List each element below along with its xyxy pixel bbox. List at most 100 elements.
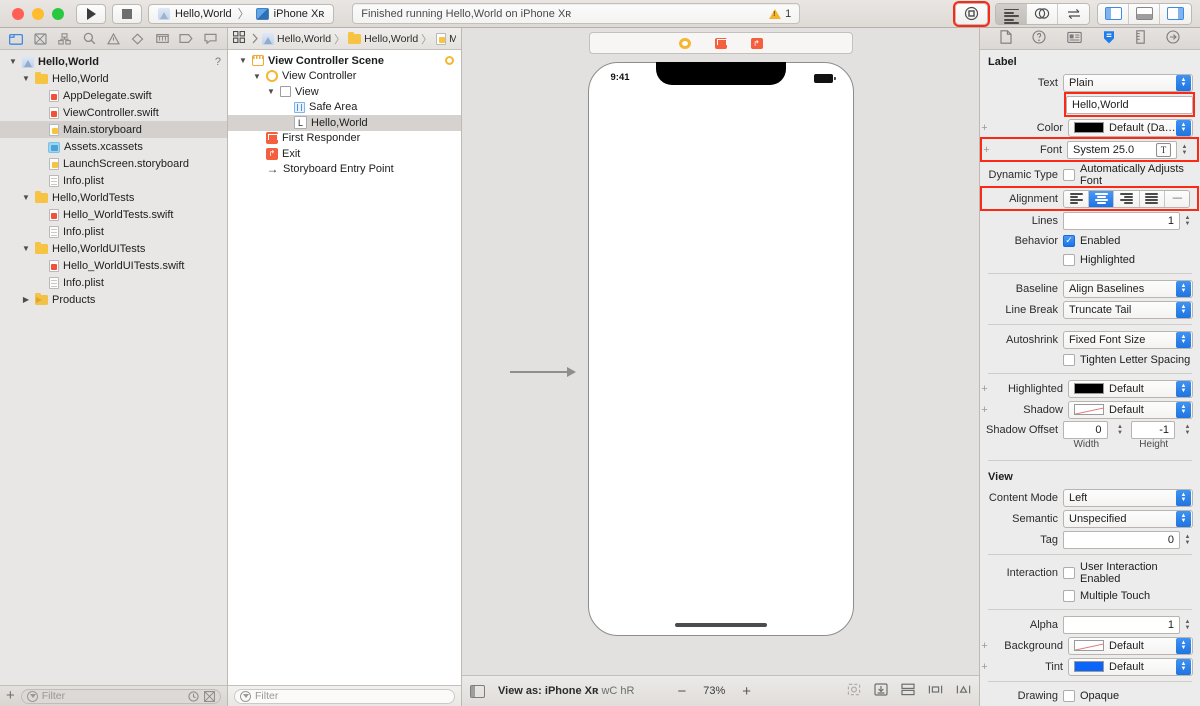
chevron-updown-icon[interactable]: ▲ ▼ [1176, 119, 1191, 136]
toggle-inspector-button[interactable] [1160, 3, 1191, 24]
breadcrumb-item[interactable]: Main....board [435, 32, 456, 45]
breakpoint-navigator-tab[interactable] [176, 31, 196, 47]
font-stepper[interactable]: ▲ ▼ [1179, 141, 1190, 158]
chevron-updown-icon[interactable]: ▲ ▼ [1176, 301, 1191, 318]
sourcecontrol-filter-icon[interactable] [203, 690, 215, 702]
navigator-row[interactable]: ViewController.swift [0, 104, 227, 121]
outline-row[interactable]: Safe Area [228, 100, 461, 116]
chevron-updown-icon[interactable]: ▲ ▼ [1176, 401, 1191, 418]
attributes-inspector-tab[interactable] [1102, 30, 1116, 48]
add-variation-icon[interactable]: + [980, 661, 989, 673]
forward-button[interactable] [251, 33, 259, 44]
editor-mode-group[interactable] [995, 2, 1090, 25]
panel-toggle-group[interactable] [1097, 2, 1192, 25]
outline-row[interactable]: → Storyboard Entry Point [228, 162, 461, 178]
navigator-tab-bar[interactable] [0, 28, 227, 50]
connections-inspector-tab[interactable] [1166, 30, 1180, 47]
zoom-level[interactable]: 73% [703, 685, 725, 697]
view-controller-icon[interactable] [678, 37, 691, 49]
minimize-window-button[interactable] [32, 7, 44, 20]
line-break-popup[interactable]: Truncate Tail ▲ ▼ [1063, 300, 1193, 319]
close-window-button[interactable] [12, 7, 24, 20]
project-navigator-tree[interactable]: ▼ Hello,World? ▼ Hello,World AppDelegate.swi… [0, 50, 227, 685]
navigator-row[interactable]: Info.plist [0, 223, 227, 240]
zoom-in-button[interactable]: + [742, 683, 751, 700]
background-popup[interactable]: Default ▲ ▼ [1068, 636, 1193, 655]
font-value-field[interactable]: System 25.0 T [1067, 140, 1177, 159]
chevron-updown-icon[interactable]: ▲ ▼ [1176, 510, 1191, 527]
symbol-navigator-tab[interactable] [55, 31, 75, 47]
breadcrumb[interactable]: Hello,World〉Hello,World〉Main....board〉Ma… [262, 31, 456, 47]
navigator-row[interactable]: ▶ Products [0, 291, 227, 308]
align-center-button[interactable] [1089, 190, 1115, 207]
standard-editor-button[interactable] [996, 3, 1027, 24]
test-navigator-tab[interactable] [128, 31, 148, 47]
lines-stepper[interactable]: ▲ ▼ [1182, 212, 1193, 229]
shadow-offset-height-input[interactable]: -1 [1130, 421, 1175, 439]
report-navigator-tab[interactable] [201, 31, 221, 47]
disclosure-triangle[interactable]: ▼ [266, 87, 276, 96]
navigator-row[interactable]: AppDelegate.swift [0, 87, 227, 104]
disclosure-triangle[interactable]: ▼ [21, 244, 31, 253]
tag-input[interactable]: 0 [1063, 530, 1180, 549]
scene-dock[interactable]: ↱ [588, 32, 853, 54]
navigator-row[interactable]: Assets.xcassets [0, 138, 227, 155]
add-variation-icon[interactable]: + [980, 640, 989, 652]
stop-button[interactable] [112, 3, 142, 24]
opaque-checkbox[interactable] [1063, 689, 1075, 702]
add-variation-icon[interactable]: + [980, 122, 989, 134]
warning-icon[interactable] [769, 8, 782, 19]
inspector-tab-bar[interactable] [980, 28, 1200, 50]
version-editor-button[interactable] [1058, 3, 1089, 24]
autoshrink-popup[interactable]: Fixed Font Size ▲ ▼ [1063, 330, 1193, 349]
color-popup[interactable]: Default (Dark Text... ▲▼ [1068, 118, 1193, 137]
automatically-adjusts-font-checkbox[interactable] [1063, 168, 1075, 181]
navigator-row[interactable]: Info.plist [0, 172, 227, 189]
disclosure-triangle[interactable]: ▼ [252, 72, 262, 81]
run-button[interactable] [76, 3, 106, 24]
attributes-inspector-content[interactable]: Label Text Plain ▲▼ Hello,World + Color [980, 50, 1200, 706]
outline-row[interactable]: ↱ Exit [228, 146, 461, 162]
toggle-debug-area-button[interactable] [1129, 3, 1160, 24]
jump-bar[interactable]: chevron-left-icon Hello,World〉Hello,Worl… [228, 28, 461, 50]
navigator-row-hint[interactable]: ? [215, 56, 221, 68]
warning-count[interactable]: 1 [785, 8, 791, 20]
disclosure-triangle[interactable]: ▼ [21, 193, 31, 202]
align-left-button[interactable] [1064, 190, 1090, 207]
window-controls[interactable] [6, 7, 76, 20]
font-picker-icon[interactable]: T [1156, 142, 1171, 157]
document-outline-toggle-icon[interactable] [470, 684, 485, 698]
identity-inspector-tab[interactable] [1067, 31, 1082, 47]
navigator-row[interactable]: ▼ Hello,World [0, 70, 227, 87]
navigator-row[interactable]: Hello_WorldUITests.swift [0, 257, 227, 274]
chevron-updown-icon[interactable]: ▲ ▼ [1176, 489, 1191, 506]
resolve-issues-icon[interactable] [956, 683, 971, 699]
outline-row[interactable]: ▼ View Controller Scene [228, 53, 461, 69]
align-icon[interactable] [901, 683, 915, 699]
shadow-width-stepper[interactable]: ▲ ▼ [1115, 422, 1126, 439]
add-variation-icon[interactable]: + [980, 383, 989, 395]
outline-row[interactable]: ▼ View Controller [228, 69, 461, 85]
scheme-selector[interactable]: Hello,World 〉 iPhone Xʀ [148, 3, 335, 24]
highlighted-checkbox[interactable] [1063, 253, 1075, 266]
semantic-popup[interactable]: Unspecified ▲ ▼ [1063, 509, 1193, 528]
disclosure-triangle[interactable]: ▶ [21, 295, 31, 304]
navigator-filter-field[interactable]: Filter [20, 688, 221, 704]
outline-row[interactable]: ▼ View [228, 84, 461, 100]
highlighted-color-popup[interactable]: Default ▲ ▼ [1068, 379, 1193, 398]
tag-stepper[interactable]: ▲ ▼ [1182, 531, 1193, 548]
issue-navigator-tab[interactable] [103, 31, 123, 47]
quick-help-inspector-tab[interactable] [1032, 30, 1047, 47]
outline-row[interactable]: L Hello,World [228, 115, 461, 131]
source-control-navigator-tab[interactable] [30, 31, 50, 47]
navigator-row[interactable]: Main.storyboard [0, 121, 227, 138]
label-font-field[interactable]: + Font System 25.0 T ▲ ▼ [980, 137, 1199, 162]
alignment-segmented-control[interactable]: ---- [1063, 189, 1190, 208]
find-navigator-tab[interactable] [79, 31, 99, 47]
align-natural-button[interactable]: ---- [1164, 190, 1189, 207]
shadow-height-stepper[interactable]: ▲ ▼ [1182, 422, 1193, 439]
project-navigator-tab[interactable] [6, 31, 26, 47]
device-preview[interactable]: 9:41 [587, 62, 854, 636]
navigator-row[interactable]: LaunchScreen.storyboard [0, 155, 227, 172]
embed-in-icon[interactable] [874, 683, 888, 699]
